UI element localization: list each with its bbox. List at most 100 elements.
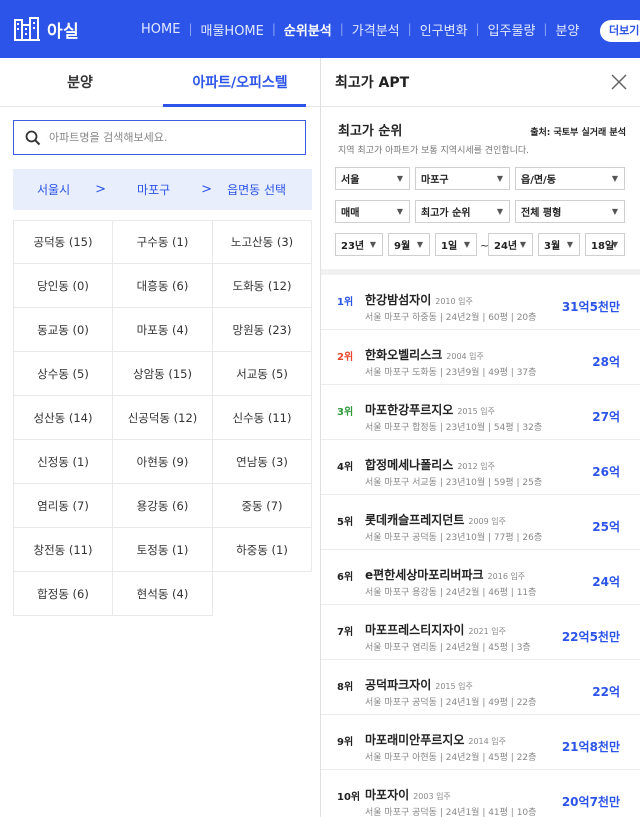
panel-title: 최고가 APT <box>335 75 410 91</box>
more-button[interactable]: 더보기 <box>600 20 640 42</box>
rank-type-select[interactable]: 최고가 순위 ▼ <box>415 200 510 223</box>
tab-presale[interactable]: 분양 <box>0 58 160 106</box>
dong-item[interactable]: 망원동 (23) <box>213 308 312 352</box>
nav-separator: | <box>271 22 276 36</box>
size-select[interactable]: 전체 평형 ▼ <box>515 200 625 223</box>
city-select-value: 서울 <box>341 175 360 186</box>
deal-price: 28억 <box>592 355 620 369</box>
rank-item[interactable]: 6위 e편한세상마포리버파크 2016 입주 서울 마포구 용강동 | 24년2월 |… <box>321 550 640 605</box>
dong-item[interactable]: 상수동 (5) <box>13 352 113 396</box>
dong-item[interactable]: 당인동 (0) <box>13 264 113 308</box>
deal-price: 21억8천만 <box>561 740 620 754</box>
apartment-name: 마포프레스티지자이 <box>365 623 465 637</box>
dong-item[interactable]: 용강동 (6) <box>113 484 213 528</box>
nav-population[interactable]: 인구변화 <box>420 20 468 39</box>
apartment-name: 마포래미안푸르지오 <box>365 733 465 747</box>
to-month-select[interactable]: 3월 ▼ <box>538 233 580 256</box>
dong-select[interactable]: 읍/면/동 ▼ <box>515 167 625 190</box>
nav-supply[interactable]: 입주물량 <box>488 20 536 39</box>
deal-type-select-value: 매매 <box>341 208 360 219</box>
dong-item[interactable]: 현석동 (4) <box>113 572 213 616</box>
from-day-value: 1일 <box>441 241 458 252</box>
rank-item[interactable]: 4위 합정메세나폴리스 2012 입주 서울 마포구 서교동 | 23년10월 | 5… <box>321 440 640 495</box>
rank-item[interactable]: 1위 한강밤섬자이 2010 입주 서울 마포구 하중동 | 24년2월 | 60평 … <box>321 275 640 330</box>
dong-item[interactable]: 합정동 (6) <box>13 572 113 616</box>
dong-item[interactable]: 대흥동 (6) <box>113 264 213 308</box>
nav-separator: | <box>543 22 548 36</box>
region-panel: 분양 아파트/오피스텔 서울시 > 마포구 > 읍면동 선택 공덕동 (15)구… <box>0 58 320 817</box>
from-month-select[interactable]: 9월 ▼ <box>388 233 430 256</box>
deal-price: 25억 <box>592 520 620 534</box>
deal-info: 서울 마포구 공덕동 | 23년10월 | 77평 | 26층 <box>365 533 543 543</box>
dong-item[interactable]: 노고산동 (3) <box>213 220 312 264</box>
dong-grid: 공덕동 (15) 구수동 (1) 노고산동 (3) 당인동 (0) 대흥동 (6) 도화동… <box>13 220 312 616</box>
dong-item[interactable]: 염리동 (7) <box>13 484 113 528</box>
deal-price: 22억 <box>592 685 620 699</box>
rank-number: 2위 <box>337 352 354 363</box>
breadcrumb-district[interactable]: 마포구 <box>137 181 170 198</box>
rank-number: 5위 <box>337 517 354 528</box>
dong-item[interactable]: 아현동 (9) <box>113 440 213 484</box>
deal-info: 서울 마포구 염리동 | 24년2월 | 45평 | 3층 <box>365 643 531 653</box>
city-select[interactable]: 서울 ▼ <box>335 167 410 190</box>
apartment-name: 합정메세나폴리스 <box>365 458 454 472</box>
rank-item[interactable]: 7위 마포프레스티지자이 2021 입주 서울 마포구 염리동 | 24년2월 | 4… <box>321 605 640 660</box>
to-day-select[interactable]: 18일 ▼ <box>585 233 625 256</box>
rank-item[interactable]: 5위 롯데캐슬프레지던트 2009 입주 서울 마포구 공덕동 | 23년10월 | … <box>321 495 640 550</box>
deal-type-select[interactable]: 매매 ▼ <box>335 200 410 223</box>
dong-item[interactable]: 상암동 (15) <box>113 352 213 396</box>
nav-separator: | <box>339 22 344 36</box>
move-in-year: 2015 입주 <box>457 407 495 416</box>
rank-item[interactable]: 9위 마포래미안푸르지오 2014 입주 서울 마포구 아현동 | 24년2월 | 4… <box>321 715 640 770</box>
rank-item[interactable]: 3위 마포한강푸르지오 2015 입주 서울 마포구 합정동 | 23년10월 | 5… <box>321 385 640 440</box>
breadcrumb-city[interactable]: 서울시 <box>37 181 70 198</box>
nav-presale[interactable]: 분양 <box>555 20 579 39</box>
rank-type-select-value: 최고가 순위 <box>421 208 471 219</box>
deal-info: 서울 마포구 합정동 | 23년10월 | 54평 | 32층 <box>365 423 543 433</box>
dong-item[interactable]: 토정동 (1) <box>113 528 213 572</box>
logo[interactable]: 아실 <box>13 17 125 42</box>
apartment-name: 한강밤섬자이 <box>365 293 432 307</box>
nav-ranking[interactable]: 순위분석 <box>284 20 332 39</box>
apartment-name: 롯데캐슬프레지던트 <box>365 513 465 527</box>
dong-item[interactable]: 도화동 (12) <box>213 264 312 308</box>
chevron-down-icon: ▼ <box>519 240 526 249</box>
to-year-select[interactable]: 24년 ▼ <box>488 233 533 256</box>
nav-listing-home[interactable]: 매물HOME <box>201 20 264 39</box>
from-day-select[interactable]: 1일 ▼ <box>435 233 477 256</box>
dong-item[interactable]: 구수동 (1) <box>113 220 213 264</box>
close-icon[interactable] <box>608 71 630 93</box>
rank-number: 7위 <box>337 627 354 638</box>
dong-item[interactable]: 서교동 (5) <box>213 352 312 396</box>
dong-item[interactable]: 중동 (7) <box>213 484 312 528</box>
dong-item[interactable]: 신수동 (11) <box>213 396 312 440</box>
rank-item[interactable]: 2위 한화오벨리스크 2004 입주 서울 마포구 도화동 | 23년9월 | 49평… <box>321 330 640 385</box>
search-icon[interactable] <box>25 130 41 146</box>
from-year-select[interactable]: 23년 ▼ <box>335 233 383 256</box>
deal-price: 27억 <box>592 410 620 424</box>
apartment-name-line: 한화오벨리스크 2004 입주 <box>365 346 484 363</box>
dong-item[interactable]: 창전동 (11) <box>13 528 113 572</box>
dong-item[interactable]: 연남동 (3) <box>213 440 312 484</box>
dong-item[interactable]: 하중동 (1) <box>213 528 312 572</box>
breadcrumb-dong-select[interactable]: 읍면동 선택 <box>227 181 286 198</box>
rank-item[interactable]: 10위 마포자이 2003 입주 서울 마포구 공덕동 | 24년1월 | 41평 |… <box>321 770 640 817</box>
apartment-name: 마포한강푸르지오 <box>365 403 454 417</box>
dong-item[interactable]: 동교동 (0) <box>13 308 113 352</box>
nav-home[interactable]: HOME <box>141 22 180 37</box>
chevron-down-icon: ▼ <box>396 207 403 216</box>
rank-item[interactable]: 8위 공덕파크자이 2015 입주 서울 마포구 공덕동 | 24년1월 | 49평 … <box>321 660 640 715</box>
nav-price-analysis[interactable]: 가격분석 <box>352 20 400 39</box>
apartment-name-line: e편한세상마포리버파크 2016 입주 <box>365 566 525 583</box>
tab-apartment-officetel[interactable]: 아파트/오피스텔 <box>160 58 320 107</box>
dong-item[interactable]: 신정동 (1) <box>13 440 113 484</box>
dong-item[interactable]: 성산동 (14) <box>13 396 113 440</box>
apartment-search-input[interactable] <box>49 131 289 144</box>
dong-item[interactable]: 공덕동 (15) <box>13 220 113 264</box>
deal-info: 서울 마포구 서교동 | 23년10월 | 59평 | 25층 <box>365 478 543 488</box>
dong-item[interactable]: 마포동 (4) <box>113 308 213 352</box>
deal-info: 서울 마포구 용강동 | 24년2월 | 46평 | 11층 <box>365 588 537 598</box>
dong-item[interactable]: 신공덕동 (12) <box>113 396 213 440</box>
rank-number: 4위 <box>337 462 354 473</box>
district-select[interactable]: 마포구 ▼ <box>415 167 510 190</box>
